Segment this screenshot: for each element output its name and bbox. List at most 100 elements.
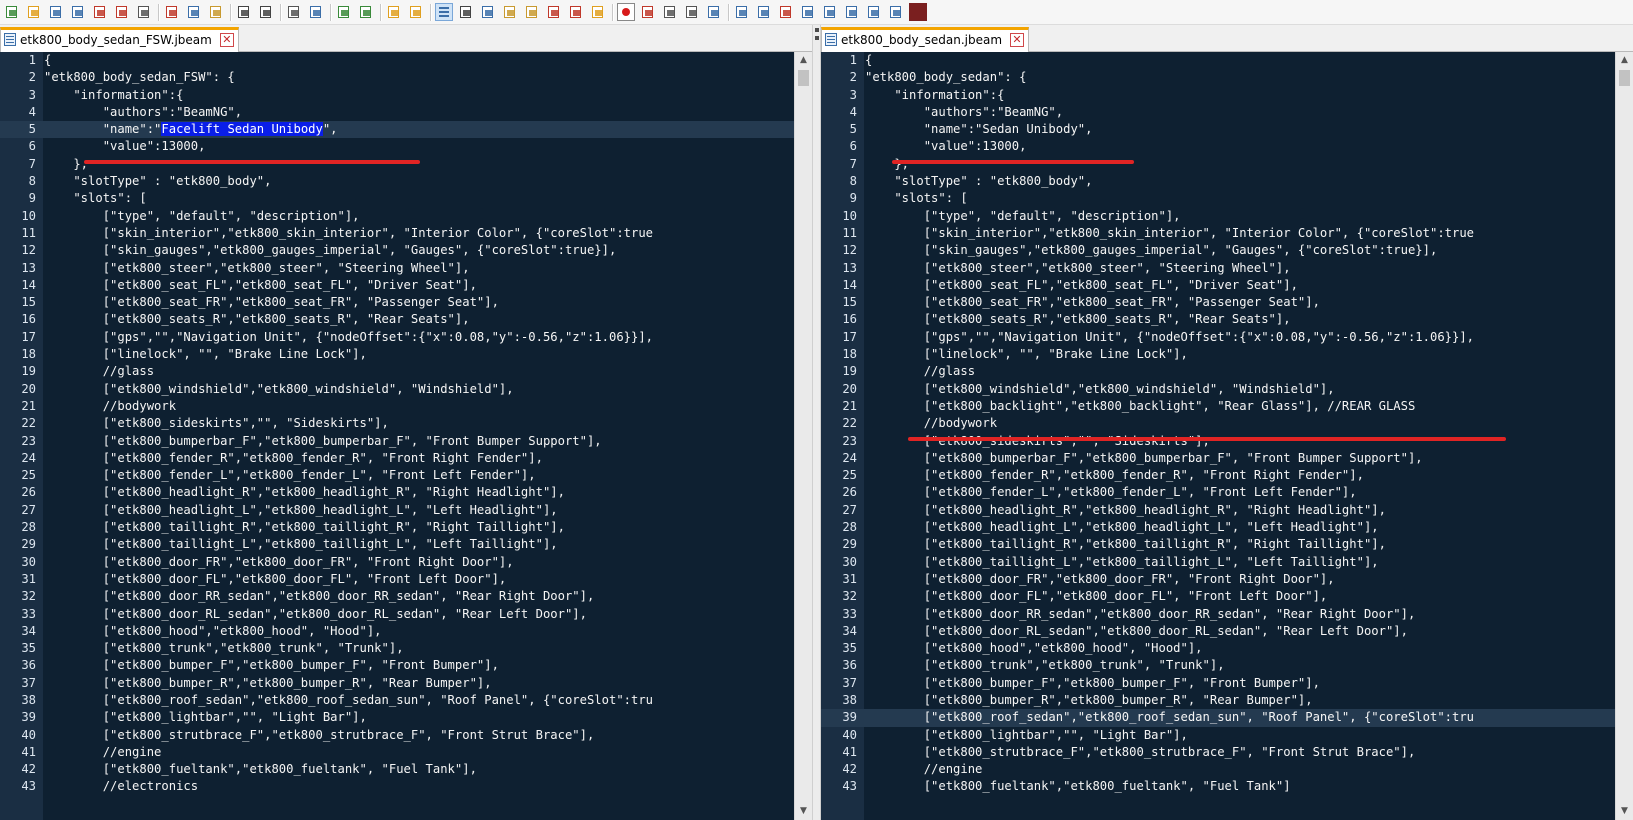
code-line[interactable]: 11 ["skin_interior","etk800_skin_interio…: [0, 225, 794, 242]
code-line[interactable]: 43 //electronics: [0, 778, 794, 795]
code-line[interactable]: 3 "information":{: [0, 87, 794, 104]
zoom-out-icon[interactable]: [357, 3, 375, 21]
run-macro-multiple-icon[interactable]: [683, 3, 701, 21]
code-line[interactable]: 33 ["etk800_door_RL_sedan","etk800_door_…: [0, 606, 794, 623]
code-line[interactable]: 25 ["etk800_fender_L","etk800_fender_L",…: [0, 467, 794, 484]
code-line[interactable]: 21 //bodywork: [0, 398, 794, 415]
code-line[interactable]: 36 ["etk800_trunk","etk800_trunk", "Trun…: [821, 657, 1615, 674]
undo-icon[interactable]: [235, 3, 253, 21]
cut-icon[interactable]: [163, 3, 181, 21]
code-line[interactable]: 8 "slotType" : "etk800_body",: [821, 173, 1615, 190]
function-list-icon[interactable]: [545, 3, 563, 21]
code-line[interactable]: 15 ["etk800_seat_FR","etk800_seat_FR", "…: [821, 294, 1615, 311]
code-line[interactable]: 33 ["etk800_door_RR_sedan","etk800_door_…: [821, 606, 1615, 623]
play-macro-icon[interactable]: [661, 3, 679, 21]
code-line[interactable]: 22 //bodywork: [821, 415, 1615, 432]
find-icon[interactable]: [285, 3, 303, 21]
folder-workspace-icon[interactable]: [567, 3, 585, 21]
show-all-chars-icon[interactable]: [457, 3, 475, 21]
code-line[interactable]: 16 ["etk800_seats_R","etk800_seats_R", "…: [821, 311, 1615, 328]
code-line[interactable]: 9 "slots": [: [0, 190, 794, 207]
sync-vertical-icon[interactable]: [385, 3, 403, 21]
code-line[interactable]: 40 ["etk800_strutbrace_F","etk800_strutb…: [0, 727, 794, 744]
code-line[interactable]: 20 ["etk800_windshield","etk800_windshie…: [0, 381, 794, 398]
spellcheck-icon[interactable]: [909, 3, 927, 21]
code-line[interactable]: 32 ["etk800_door_RR_sedan","etk800_door_…: [0, 588, 794, 605]
code-line[interactable]: 32 ["etk800_door_FL","etk800_door_FL", "…: [821, 588, 1615, 605]
compare-clear-icon[interactable]: [777, 3, 795, 21]
left-editor[interactable]: 1{2 "etk800_body_sedan_FSW": {3 "informat…: [0, 52, 812, 820]
code-line[interactable]: 2 "etk800_body_sedan_FSW": {: [0, 69, 794, 86]
code-line[interactable]: 15 ["etk800_seat_FR","etk800_seat_FR", "…: [0, 294, 794, 311]
code-line[interactable]: 37 ["etk800_bumper_R","etk800_bumper_R",…: [0, 675, 794, 692]
code-line[interactable]: 13 ["etk800_steer","etk800_steer", "Stee…: [821, 260, 1615, 277]
compare-down-icon[interactable]: [843, 3, 861, 21]
code-line[interactable]: 9 "slots": [: [821, 190, 1615, 207]
stop-macro-icon[interactable]: [639, 3, 657, 21]
code-line[interactable]: 41 //engine: [0, 744, 794, 761]
indent-guide-icon[interactable]: [479, 3, 497, 21]
zoom-in-icon[interactable]: [335, 3, 353, 21]
code-line[interactable]: 14 ["etk800_seat_FL","etk800_seat_FL", "…: [0, 277, 794, 294]
code-line[interactable]: 43 ["etk800_fueltank","etk800_fueltank",…: [821, 778, 1615, 795]
code-line[interactable]: 22 ["etk800_sideskirts","", "Sideskirts"…: [0, 415, 794, 432]
tab-etk800-body-sedan-fsw[interactable]: etk800_body_sedan_FSW.jbeam ✕: [0, 27, 239, 52]
view-splitter[interactable]: [812, 25, 821, 820]
code-line[interactable]: 23 ["etk800_sideskirts","", "Sideskirts"…: [821, 433, 1615, 450]
close-tab-icon[interactable]: ✕: [1010, 33, 1025, 47]
save-all-icon[interactable]: [69, 3, 87, 21]
code-line[interactable]: 35 ["etk800_trunk","etk800_trunk", "Trun…: [0, 640, 794, 657]
code-line[interactable]: 17 ["gps","","Navigation Unit", {"nodeOf…: [821, 329, 1615, 346]
word-wrap-icon[interactable]: [435, 3, 453, 21]
scroll-down-icon[interactable]: ▼: [795, 803, 812, 820]
code-line[interactable]: 37 ["etk800_bumper_F","etk800_bumper_F",…: [821, 675, 1615, 692]
code-line[interactable]: 24 ["etk800_fender_R","etk800_fender_R",…: [0, 450, 794, 467]
code-line[interactable]: 6 "value":13000,: [821, 138, 1615, 155]
compare-navigation-icon[interactable]: [887, 3, 905, 21]
code-line[interactable]: 13 ["etk800_steer","etk800_steer", "Stee…: [0, 260, 794, 277]
code-line[interactable]: 14 ["etk800_seat_FL","etk800_seat_FL", "…: [821, 277, 1615, 294]
document-map-icon[interactable]: [523, 3, 541, 21]
code-line[interactable]: 42 //engine: [821, 761, 1615, 778]
code-line[interactable]: 7 },: [821, 156, 1615, 173]
compare-up-icon[interactable]: [821, 3, 839, 21]
open-icon[interactable]: [25, 3, 43, 21]
code-line[interactable]: 11 ["skin_interior","etk800_skin_interio…: [821, 225, 1615, 242]
code-line[interactable]: 18 ["linelock", "", "Brake Line Lock"],: [821, 346, 1615, 363]
scroll-thumb[interactable]: [1619, 70, 1630, 86]
code-line[interactable]: 12 ["skin_gauges","etk800_gauges_imperia…: [821, 242, 1615, 259]
tab-etk800-body-sedan[interactable]: etk800_body_sedan.jbeam ✕: [821, 27, 1030, 52]
code-line[interactable]: 10 ["type", "default", "description"],: [0, 208, 794, 225]
code-line[interactable]: 24 ["etk800_bumperbar_F","etk800_bumperb…: [821, 450, 1615, 467]
save-icon[interactable]: [47, 3, 65, 21]
code-line[interactable]: 34 ["etk800_door_RL_sedan","etk800_door_…: [821, 623, 1615, 640]
compare-prev-icon[interactable]: [755, 3, 773, 21]
code-line[interactable]: 7 },: [0, 156, 794, 173]
code-line[interactable]: 31 ["etk800_door_FR","etk800_door_FR", "…: [821, 571, 1615, 588]
code-line[interactable]: 26 ["etk800_headlight_R","etk800_headlig…: [0, 484, 794, 501]
code-line[interactable]: 25 ["etk800_fender_R","etk800_fender_R",…: [821, 467, 1615, 484]
code-line[interactable]: 38 ["etk800_bumper_R","etk800_bumper_R",…: [821, 692, 1615, 709]
compare-align-icon[interactable]: [799, 3, 817, 21]
close-tab-icon[interactable]: ✕: [219, 33, 234, 47]
redo-icon[interactable]: [257, 3, 275, 21]
code-line[interactable]: 8 "slotType" : "etk800_body",: [0, 173, 794, 190]
code-line[interactable]: 12 ["skin_gauges","etk800_gauges_imperia…: [0, 242, 794, 259]
code-line[interactable]: 1{: [821, 52, 1615, 69]
right-code-lines[interactable]: 1{2 "etk800_body_sedan": {3 "information"…: [821, 52, 1615, 820]
right-editor[interactable]: 1{2 "etk800_body_sedan": {3 "information"…: [821, 52, 1633, 820]
code-line[interactable]: 2 "etk800_body_sedan": {: [821, 69, 1615, 86]
code-line[interactable]: 29 ["etk800_taillight_L","etk800_taillig…: [0, 536, 794, 553]
left-vertical-scrollbar[interactable]: ▲ ▼: [794, 52, 812, 820]
code-line[interactable]: 17 ["gps","","Navigation Unit", {"nodeOf…: [0, 329, 794, 346]
close-icon[interactable]: [91, 3, 109, 21]
code-line[interactable]: 6 "value":13000,: [0, 138, 794, 155]
code-line[interactable]: 10 ["type", "default", "description"],: [821, 208, 1615, 225]
code-line[interactable]: 35 ["etk800_hood","etk800_hood", "Hood"]…: [821, 640, 1615, 657]
close-all-icon[interactable]: [113, 3, 131, 21]
code-line[interactable]: 39 ["etk800_roof_sedan","etk800_roof_sed…: [821, 709, 1615, 727]
code-line[interactable]: 3 "information":{: [821, 87, 1615, 104]
code-line[interactable]: 38 ["etk800_roof_sedan","etk800_roof_sed…: [0, 692, 794, 709]
code-line[interactable]: 30 ["etk800_taillight_L","etk800_taillig…: [821, 554, 1615, 571]
print-icon[interactable]: [135, 3, 153, 21]
